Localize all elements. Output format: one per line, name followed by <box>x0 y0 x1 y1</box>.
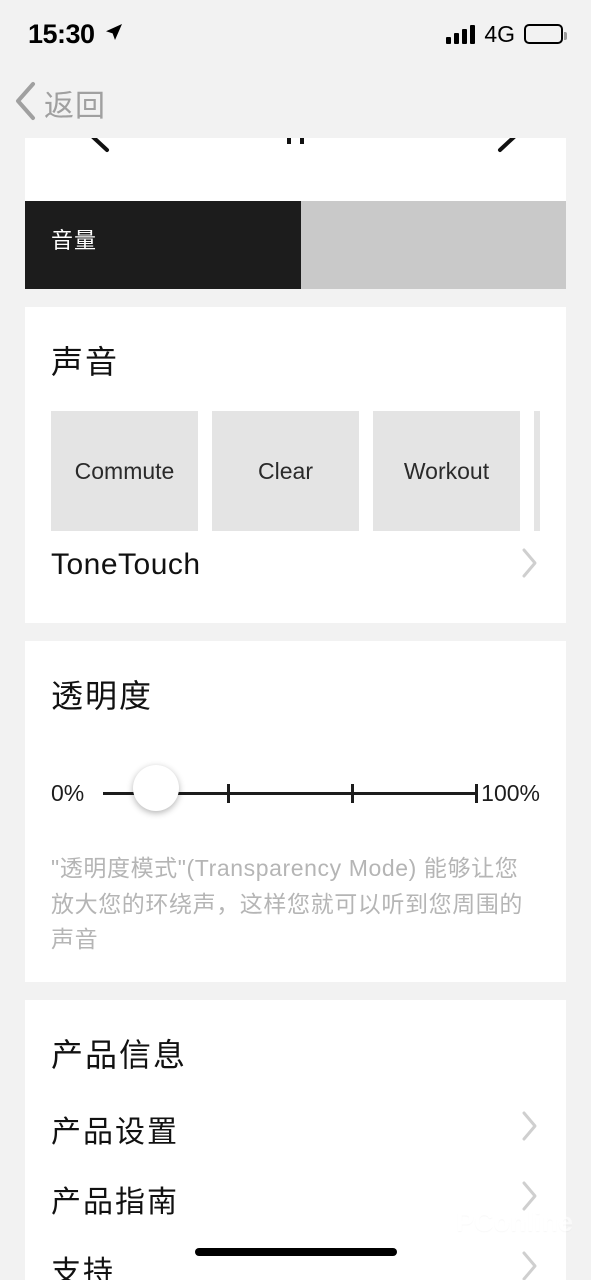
tonetouch-row[interactable]: ToneTouch <box>51 531 540 599</box>
support-label: 支持 <box>51 1255 115 1280</box>
watermark-sub-text: 太平洋电脑网 <box>475 1241 554 1251</box>
battery-icon <box>524 24 567 44</box>
scroll-content: 音量 声音 Commute Clear Workout P ToneTouch <box>0 138 591 1280</box>
sound-preset-clear[interactable]: Clear <box>212 411 359 531</box>
transparency-slider-thumb[interactable] <box>133 765 179 811</box>
media-controls-row <box>25 138 566 172</box>
product-settings-label: 产品设置 <box>51 1115 179 1149</box>
pause-icon[interactable] <box>287 138 304 144</box>
watermark: PConline 太平洋电脑网 <box>456 1207 573 1252</box>
volume-slider[interactable]: 音量 <box>25 201 566 289</box>
sound-preset-workout[interactable]: Workout <box>373 411 520 531</box>
status-bar: 15:30 4G <box>0 0 591 68</box>
navigation-bar: 返回 <box>0 68 591 138</box>
network-type-label: 4G <box>484 20 515 47</box>
sound-preset-list: Commute Clear Workout P <box>51 411 540 531</box>
sound-section-title: 声音 <box>51 344 120 380</box>
sound-preset-partial[interactable]: P <box>534 411 540 531</box>
home-indicator[interactable] <box>194 1248 397 1256</box>
status-bar-left: 15:30 <box>28 19 124 50</box>
transparency-tick-100 <box>475 784 478 803</box>
product-info-section-title: 产品信息 <box>51 1036 188 1073</box>
sound-preset-commute[interactable]: Commute <box>51 411 198 531</box>
transparency-section-title: 透明度 <box>51 678 154 714</box>
next-track-icon[interactable] <box>490 138 524 154</box>
sound-card: 声音 Commute Clear Workout P ToneTouch <box>25 307 566 623</box>
previous-track-icon[interactable] <box>83 138 117 154</box>
phone-screen: 15:30 4G 返回 音量 声音 Commute Clear Workout … <box>0 0 591 1280</box>
status-bar-clock: 15:30 <box>28 18 95 49</box>
transparency-card: 透明度 0% 100% "透明度模式"(Transparency Mode) 能… <box>25 641 566 982</box>
watermark-main-text: PConline <box>455 1207 573 1237</box>
chevron-right-icon <box>518 1249 540 1280</box>
transparency-min-label: 0% <box>51 780 85 806</box>
tonetouch-label: ToneTouch <box>51 548 201 581</box>
transparency-tick-66 <box>350 784 354 803</box>
back-button[interactable]: 返回 <box>12 80 106 127</box>
media-controls-card <box>25 138 566 201</box>
transparency-max-label: 100% <box>481 780 540 806</box>
signal-bars-icon <box>446 24 476 44</box>
volume-label: 音量 <box>51 228 98 253</box>
location-arrow-icon <box>104 22 124 47</box>
status-bar-right: 4G <box>446 20 567 48</box>
chevron-right-icon <box>518 1109 540 1148</box>
chevron-right-icon <box>518 546 540 585</box>
transparency-description: "透明度模式"(Transparency Mode) 能够让您放大您的环绕声，这… <box>51 855 523 953</box>
chevron-left-icon <box>12 80 38 127</box>
transparency-slider[interactable]: 0% 100% <box>51 751 540 837</box>
transparency-tick-33 <box>226 784 230 803</box>
product-settings-row[interactable]: 产品设置 <box>51 1094 540 1164</box>
back-button-label: 返回 <box>44 90 106 123</box>
product-guide-label: 产品指南 <box>51 1185 179 1219</box>
